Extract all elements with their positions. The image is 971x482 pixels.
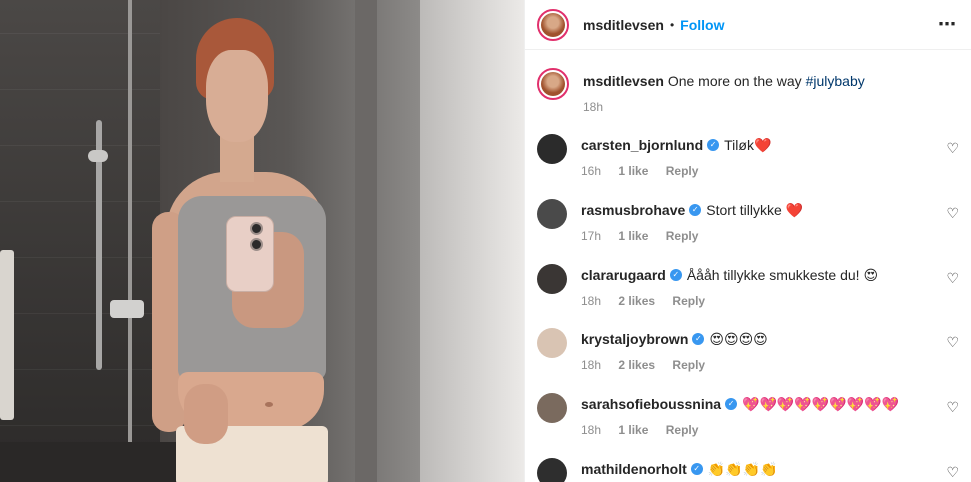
comment-username[interactable]: clararugaard — [581, 266, 666, 284]
author-username[interactable]: msditlevsen — [583, 17, 664, 33]
post-header: msditlevsen • Follow ⋯ — [525, 0, 971, 50]
comment-avatar[interactable] — [537, 328, 567, 358]
comment-likes[interactable]: 1 like — [618, 423, 648, 437]
comment-username[interactable]: carsten_bjornlund — [581, 136, 703, 154]
separator-dot: • — [669, 17, 675, 32]
comment-likes[interactable]: 1 like — [618, 229, 648, 243]
comment-avatar[interactable] — [537, 199, 567, 229]
comment-time: 16h — [581, 164, 602, 178]
verified-badge-icon: ✓ — [669, 269, 682, 281]
comment-text: Åååh tillykke smukkeste du! 😍 — [686, 267, 879, 283]
comment-username[interactable]: rasmusbrohave — [581, 201, 685, 219]
reply-button[interactable]: Reply — [666, 229, 699, 243]
post-caption: msditlevsen One more on the way #julybab… — [525, 50, 971, 114]
comment-likes[interactable]: 2 likes — [618, 358, 655, 372]
comment-avatar[interactable] — [537, 264, 567, 294]
comment-row: clararugaard ✓ Åååh tillykke smukkeste d… — [537, 264, 959, 308]
post-photo — [0, 0, 524, 482]
comment-text: 👏👏👏👏 — [707, 461, 778, 477]
heart-outline-icon[interactable]: ♡ — [946, 205, 959, 222]
neck — [220, 136, 254, 182]
comment-row: rasmusbrohave ✓ Stort tillykke ❤️ 17h 1 … — [537, 199, 959, 243]
phone-camera-2 — [250, 238, 263, 251]
caption-username[interactable]: msditlevsen — [583, 73, 664, 89]
floor — [0, 442, 180, 482]
follow-button[interactable]: Follow — [680, 17, 724, 33]
comment-username[interactable]: mathildenorholt — [581, 460, 687, 478]
heart-outline-icon[interactable]: ♡ — [946, 140, 959, 157]
heart-outline-icon[interactable]: ♡ — [946, 464, 959, 481]
caption-time: 18h — [583, 100, 604, 114]
comment-text: Tiløk❤️ — [724, 137, 772, 153]
right-wall — [420, 0, 524, 482]
comment-row: krystaljoybrown ✓ 😍😍😍😍 18h 2 likes Reply… — [537, 328, 959, 372]
navel — [265, 402, 273, 407]
shower-tap — [110, 300, 144, 318]
reply-button[interactable]: Reply — [666, 423, 699, 437]
reply-button[interactable]: Reply — [666, 164, 699, 178]
comment-username[interactable]: sarahsofieboussnina — [581, 395, 721, 413]
post-modal: msditlevsen • Follow ⋯ msditlevsen One m… — [0, 0, 971, 482]
phone-camera-1 — [250, 222, 263, 235]
verified-badge-icon: ✓ — [690, 463, 703, 475]
reply-button[interactable]: Reply — [672, 294, 705, 308]
comment-time: 18h — [581, 423, 602, 437]
verified-badge-icon: ✓ — [707, 139, 720, 151]
comment-time: 17h — [581, 229, 602, 243]
comment-avatar[interactable] — [537, 393, 567, 423]
comments-panel: msditlevsen • Follow ⋯ msditlevsen One m… — [524, 0, 971, 482]
comment-row: sarahsofieboussnina ✓ 💖💖💖💖💖💖💖💖💖 18h 1 li… — [537, 393, 959, 437]
verified-badge-icon: ✓ — [692, 333, 705, 345]
comment-time: 18h — [581, 358, 602, 372]
comment-text: Stort tillykke ❤️ — [706, 202, 804, 218]
shower-glass — [128, 0, 132, 482]
caption-avatar[interactable] — [537, 68, 569, 100]
caption-hashtag[interactable]: #julybaby — [806, 73, 865, 89]
reply-button[interactable]: Reply — [672, 358, 705, 372]
comment-username[interactable]: krystaljoybrown — [581, 330, 688, 348]
door-frame — [355, 0, 377, 482]
hand — [184, 384, 228, 444]
more-options-icon[interactable]: ⋯ — [938, 14, 957, 35]
comment-likes[interactable]: 2 likes — [618, 294, 655, 308]
comment-row: mathildenorholt ✓ 👏👏👏👏 ♡ — [537, 458, 959, 482]
comment-row: carsten_bjornlund ✓ Tiløk❤️ 16h 1 like R… — [537, 134, 959, 178]
shower-head — [88, 150, 108, 162]
heart-outline-icon[interactable]: ♡ — [946, 270, 959, 287]
verified-badge-icon: ✓ — [689, 204, 702, 216]
comment-text: 💖💖💖💖💖💖💖💖💖 — [742, 396, 899, 412]
towel — [0, 250, 14, 420]
comment-text: 😍😍😍😍 — [709, 331, 768, 347]
author-avatar[interactable] — [537, 8, 569, 41]
face — [206, 50, 268, 142]
comment-time: 18h — [581, 294, 602, 308]
caption-text: One more on the way — [667, 73, 802, 89]
shower-wall — [0, 0, 160, 482]
comment-avatar[interactable] — [537, 134, 567, 164]
verified-badge-icon: ✓ — [725, 398, 738, 410]
comment-likes[interactable]: 1 like — [618, 164, 648, 178]
heart-outline-icon[interactable]: ♡ — [946, 334, 959, 351]
comment-avatar[interactable] — [537, 458, 567, 482]
heart-outline-icon[interactable]: ♡ — [946, 399, 959, 416]
